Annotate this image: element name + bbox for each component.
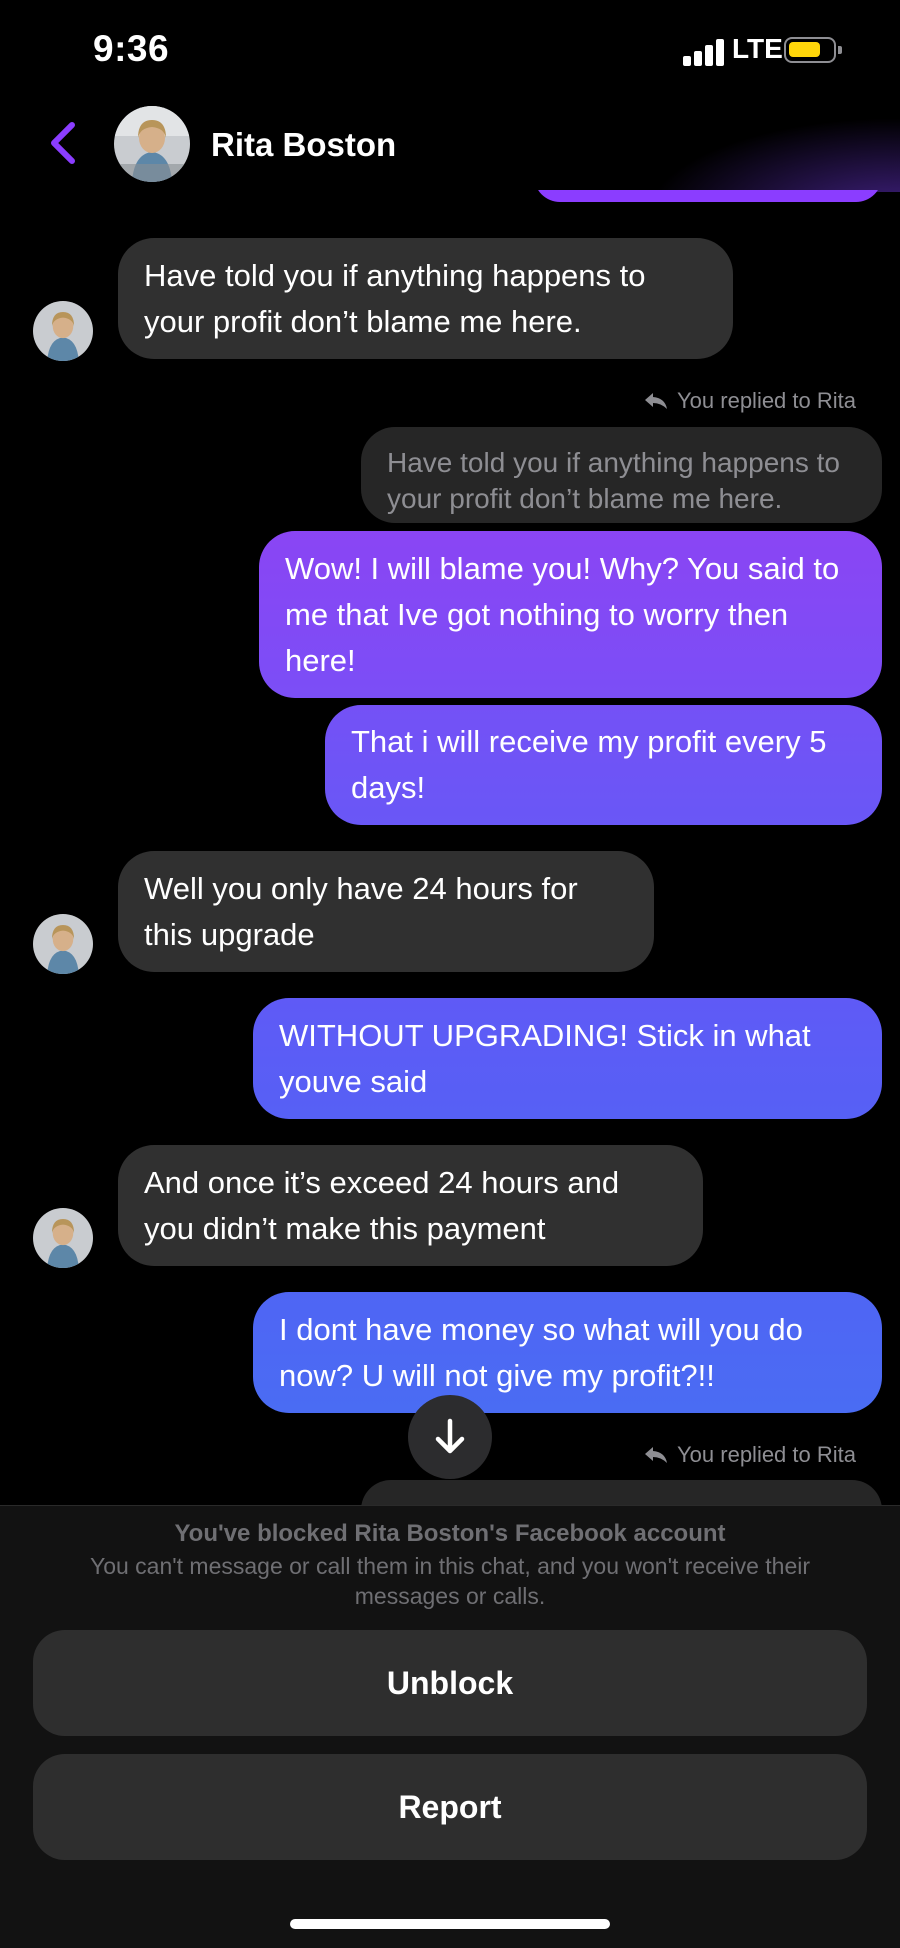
reply-arrow-icon bbox=[645, 1447, 668, 1463]
message-bubble-outgoing[interactable]: That i will receive my profit every 5 da… bbox=[325, 705, 882, 825]
back-button[interactable] bbox=[44, 121, 84, 165]
reply-indicator-text: You replied to Rita bbox=[677, 1442, 856, 1467]
chat-header: Rita Boston bbox=[0, 96, 900, 192]
reply-arrow-icon bbox=[645, 393, 668, 409]
message-text: Wow! I will blame you! Why? You said to … bbox=[285, 550, 840, 678]
reply-indicator-text: You replied to Rita bbox=[677, 388, 856, 413]
message-text: Have told you if anything happens to you… bbox=[144, 257, 646, 339]
unblock-button[interactable]: Unblock bbox=[33, 1630, 867, 1736]
message-bubble-outgoing[interactable]: WITHOUT UPGRADING! Stick in what youve s… bbox=[253, 998, 882, 1119]
battery-icon bbox=[784, 37, 842, 63]
blocked-description: You can't message or call them in this c… bbox=[89, 1553, 811, 1609]
chevron-left-icon bbox=[51, 122, 75, 164]
home-indicator[interactable] bbox=[290, 1919, 610, 1929]
contact-name[interactable]: Rita Boston bbox=[211, 126, 396, 164]
contact-avatar[interactable] bbox=[114, 106, 190, 182]
message-bubble-incoming[interactable]: And once it’s exceed 24 hours and you di… bbox=[118, 1145, 703, 1266]
message-bubble-outgoing[interactable]: Wow! I will blame you! Why? You said to … bbox=[259, 531, 882, 698]
status-time: 9:36 bbox=[93, 28, 170, 69]
reply-indicator: You replied to Rita bbox=[643, 1442, 856, 1468]
signal-icon bbox=[683, 38, 725, 66]
report-button[interactable]: Report bbox=[33, 1754, 867, 1860]
arrow-down-icon bbox=[435, 1418, 465, 1454]
message-text: Well you only have 24 hours for this upg… bbox=[144, 870, 578, 952]
network-type: LTE bbox=[732, 33, 783, 64]
contact-avatar-small[interactable] bbox=[33, 1208, 93, 1268]
reply-indicator: You replied to Rita bbox=[643, 388, 856, 414]
message-list[interactable]: Have told you if anything happens to you… bbox=[0, 190, 900, 1505]
status-bar: 9:36 LTE bbox=[0, 0, 900, 100]
quoted-message[interactable]: Have told you if anything happens to you… bbox=[361, 427, 882, 523]
message-bubble-outgoing[interactable] bbox=[534, 190, 882, 202]
quoted-message[interactable] bbox=[361, 1480, 882, 1505]
quoted-message-text: Have told you if anything happens to you… bbox=[387, 447, 840, 514]
message-text: And once it’s exceed 24 hours and you di… bbox=[144, 1164, 620, 1246]
message-bubble-incoming[interactable]: Well you only have 24 hours for this upg… bbox=[118, 851, 654, 972]
blocked-title: You've blocked Rita Boston's Facebook ac… bbox=[174, 1520, 726, 1547]
contact-avatar-small[interactable] bbox=[33, 301, 93, 361]
contact-avatar-small[interactable] bbox=[33, 914, 93, 974]
message-text: I dont have money so what will you do no… bbox=[279, 1311, 803, 1393]
message-bubble-incoming[interactable]: Have told you if anything happens to you… bbox=[118, 238, 733, 359]
scroll-to-bottom-button[interactable] bbox=[408, 1395, 492, 1479]
blocked-panel: You've blocked Rita Boston's Facebook ac… bbox=[0, 1505, 900, 1948]
message-bubble-outgoing[interactable]: I dont have money so what will you do no… bbox=[253, 1292, 882, 1413]
message-text: That i will receive my profit every 5 da… bbox=[351, 724, 827, 805]
message-text: WITHOUT UPGRADING! Stick in what youve s… bbox=[279, 1017, 811, 1099]
